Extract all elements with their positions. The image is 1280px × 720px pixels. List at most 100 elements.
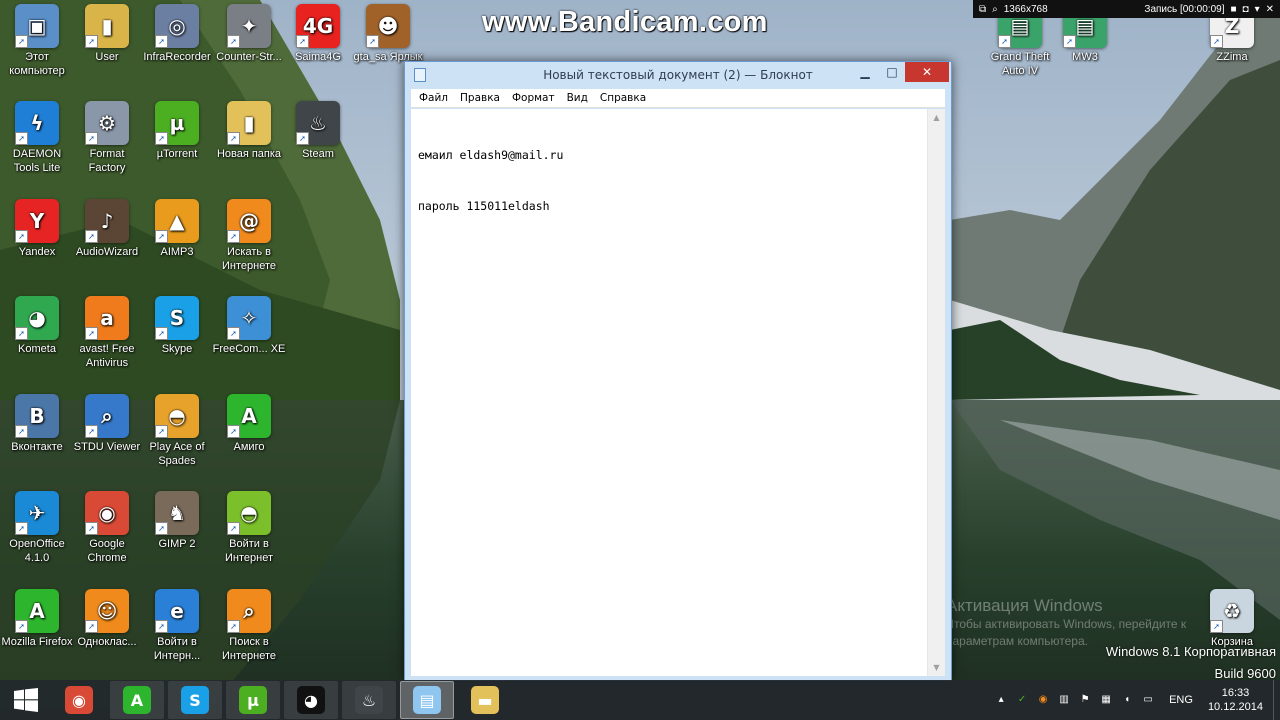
stop-icon[interactable]: ■ <box>1230 4 1236 15</box>
text-editor[interactable]: емаил eldash9@mail.ru пароль 115011eldas… <box>411 109 945 676</box>
desktop-shortcut[interactable]: ▲ ➚ AIMP3 <box>140 199 214 259</box>
odnoklassniki-icon: ☺ ➚ <box>85 589 129 633</box>
desktop-shortcut[interactable]: ⌕ ➚ Поиск в Интернете <box>212 589 286 663</box>
taskbar-app-button[interactable]: S <box>168 681 222 719</box>
menu-edit[interactable]: Правка <box>456 92 504 104</box>
desktop-shortcut[interactable]: B ➚ Вконтакте <box>0 394 74 454</box>
taskbar-app-button[interactable]: ◉ <box>52 681 106 719</box>
activation-title: Активация Windows <box>946 596 1103 615</box>
window-mode-icon[interactable]: ⧉ <box>979 4 986 15</box>
amigo-icon: A <box>123 686 151 714</box>
desktop-shortcut[interactable]: ϟ ➚ DAEMON Tools Lite <box>0 101 74 175</box>
chrome-icon: ◉ ➚ <box>85 491 129 535</box>
show-desktop-button[interactable] <box>1273 680 1280 720</box>
desktop-shortcut[interactable]: ▮ ➚ User <box>70 4 144 64</box>
desktop-shortcut-label: STDU Viewer <box>73 441 141 453</box>
desktop-shortcut[interactable]: ◎ ➚ InfraRecorder <box>140 4 214 64</box>
desktop-shortcut[interactable]: A ➚ Амиго <box>212 394 286 454</box>
desktop-shortcut-label: Одноклас... <box>77 636 137 648</box>
scroll-down-icon[interactable]: ▼ <box>928 659 945 676</box>
desktop-shortcut[interactable]: µ ➚ µTorrent <box>140 101 214 161</box>
desktop-shortcut[interactable]: S ➚ Skype <box>140 296 214 356</box>
computer-icon: ▣ ➚ <box>15 4 59 48</box>
desktop-shortcut[interactable]: a ➚ avast! Free Antivirus <box>70 296 144 370</box>
minimize-button[interactable]: ▁ <box>851 62 879 82</box>
close-button[interactable]: ✕ <box>905 62 949 82</box>
taskbar-app-button[interactable]: A <box>110 681 164 719</box>
desktop-shortcut[interactable]: e ➚ Войти в Интерн... <box>140 589 214 663</box>
notepad-window[interactable]: Новый текстовый документ (2) — Блокнот ▁… <box>404 61 952 681</box>
desktop-shortcut[interactable]: ♻ ➚ Корзина <box>1195 589 1269 649</box>
amigo-tray-icon[interactable]: ✓ <box>1016 694 1028 706</box>
scroll-up-icon[interactable]: ▲ <box>928 109 945 126</box>
vertical-scrollbar[interactable]: ▲ ▼ <box>927 109 945 676</box>
desktop-shortcut[interactable]: ◉ ➚ Google Chrome <box>70 491 144 565</box>
taskbar-app-button[interactable]: µ <box>226 681 280 719</box>
language-indicator[interactable]: ENG <box>1169 694 1193 706</box>
action-center-icon[interactable]: ⚑ <box>1079 694 1091 706</box>
text-line[interactable]: пароль 115011eldash <box>418 198 923 215</box>
desktop-shortcut[interactable]: ✧ ➚ FreeCom... XE <box>212 296 286 356</box>
icon-glyph: ◉ <box>98 501 116 525</box>
desktop-shortcut-label: Войти в Интерн... <box>153 636 201 662</box>
desktop-shortcut[interactable]: ☺ ➚ Одноклас... <box>70 589 144 649</box>
shortcut-arrow-icon: ➚ <box>227 35 240 48</box>
desktop-shortcut-label: GIMP 2 <box>158 538 196 550</box>
taskbar-app-button[interactable]: ♨ <box>342 681 396 719</box>
dropdown-icon[interactable]: ▾ <box>1255 4 1260 15</box>
desktop-shortcut-label: Войти в Интернет <box>225 538 273 564</box>
avast-tray-icon[interactable]: ◉ <box>1037 694 1049 706</box>
desktop-shortcut-label: MW3 <box>1072 51 1098 63</box>
start-button[interactable] <box>0 680 52 720</box>
desktop-shortcut[interactable]: A ➚ Mozilla Firefox <box>0 589 74 649</box>
clock-time: 16:33 <box>1221 687 1250 699</box>
desktop-shortcut[interactable]: ♪ ➚ AudioWizard <box>70 199 144 259</box>
desktop-shortcut[interactable]: ⌕ ➚ STDU Viewer <box>70 394 144 454</box>
desktop-shortcut[interactable]: ◓ ➚ Войти в Интернет <box>212 491 286 565</box>
close-icon[interactable]: ✕ <box>1266 4 1274 15</box>
desktop-shortcut-label: Поиск в Интернете <box>222 636 276 662</box>
desktop-shortcut[interactable]: ☻ ➚ gta_sa Ярлык <box>351 4 425 64</box>
skype-icon: S ➚ <box>155 296 199 340</box>
desktop-shortcut[interactable]: ▣ ➚ Этот компьютер <box>0 4 74 78</box>
shortcut-arrow-icon: ➚ <box>155 35 168 48</box>
desktop-shortcut[interactable]: @ ➚ Искать в Интернете <box>212 199 286 273</box>
desktop-shortcut[interactable]: ▮ ➚ Новая папка <box>212 101 286 161</box>
desktop-shortcut-label: AIMP3 <box>160 246 194 258</box>
desktop-shortcut[interactable]: ⚙ ➚ Format Factory <box>70 101 144 175</box>
desktop-shortcut[interactable]: 4G ➚ Saima4G <box>281 4 355 64</box>
menu-file[interactable]: Файл <box>415 92 452 104</box>
taskbar-app-button[interactable]: ▤ <box>400 681 454 719</box>
shortcut-arrow-icon: ➚ <box>15 132 28 145</box>
desktop-shortcut[interactable]: ♞ ➚ GIMP 2 <box>140 491 214 551</box>
file-explorer-icon: ▬ <box>471 686 499 714</box>
clock[interactable]: 16:33 10.12.2014 <box>1208 686 1263 714</box>
volume-icon[interactable]: ◖ <box>1121 694 1133 706</box>
icon-glyph: ✦ <box>240 14 258 38</box>
camera-icon[interactable]: ◘ <box>1243 4 1249 15</box>
taskbar-app-button[interactable]: ▬ <box>458 681 512 719</box>
show-hidden-icons-icon[interactable]: ▴ <box>995 694 1007 706</box>
network-icon[interactable]: ▦ <box>1100 694 1112 706</box>
amigo-icon: A ➚ <box>227 394 271 438</box>
search-icon[interactable]: ⌕ <box>992 4 998 15</box>
desktop-shortcut[interactable]: ◕ ➚ Kometa <box>0 296 74 356</box>
desktop-shortcut[interactable]: Y ➚ Yandex <box>0 199 74 259</box>
maximize-button[interactable]: □ <box>879 62 905 82</box>
text-line[interactable]: емаил eldash9@mail.ru <box>418 147 923 164</box>
menu-format[interactable]: Формат <box>508 92 559 104</box>
desktop-shortcut[interactable]: ♨ ➚ Steam <box>281 101 355 161</box>
device-tray-icon[interactable]: ▥ <box>1058 694 1070 706</box>
desktop-shortcut[interactable]: ◓ ➚ Play Ace of Spades <box>140 394 214 468</box>
desktop-shortcut[interactable]: ✦ ➚ Counter-Str... <box>212 4 286 64</box>
desktop-shortcut-label: AudioWizard <box>75 246 139 258</box>
menu-view[interactable]: Вид <box>563 92 592 104</box>
desktop-shortcut-label: Вконтакте <box>11 441 63 453</box>
shortcut-arrow-icon: ➚ <box>85 132 98 145</box>
notepad-titlebar[interactable]: Новый текстовый документ (2) — Блокнот ▁… <box>405 62 951 89</box>
shortcut-arrow-icon: ➚ <box>15 230 28 243</box>
menu-help[interactable]: Справка <box>596 92 650 104</box>
desktop-shortcut[interactable]: ✈ ➚ OpenOffice 4.1.0 <box>0 491 74 565</box>
display-icon[interactable]: ▭ <box>1142 694 1154 706</box>
taskbar-app-button[interactable]: ◕ <box>284 681 338 719</box>
